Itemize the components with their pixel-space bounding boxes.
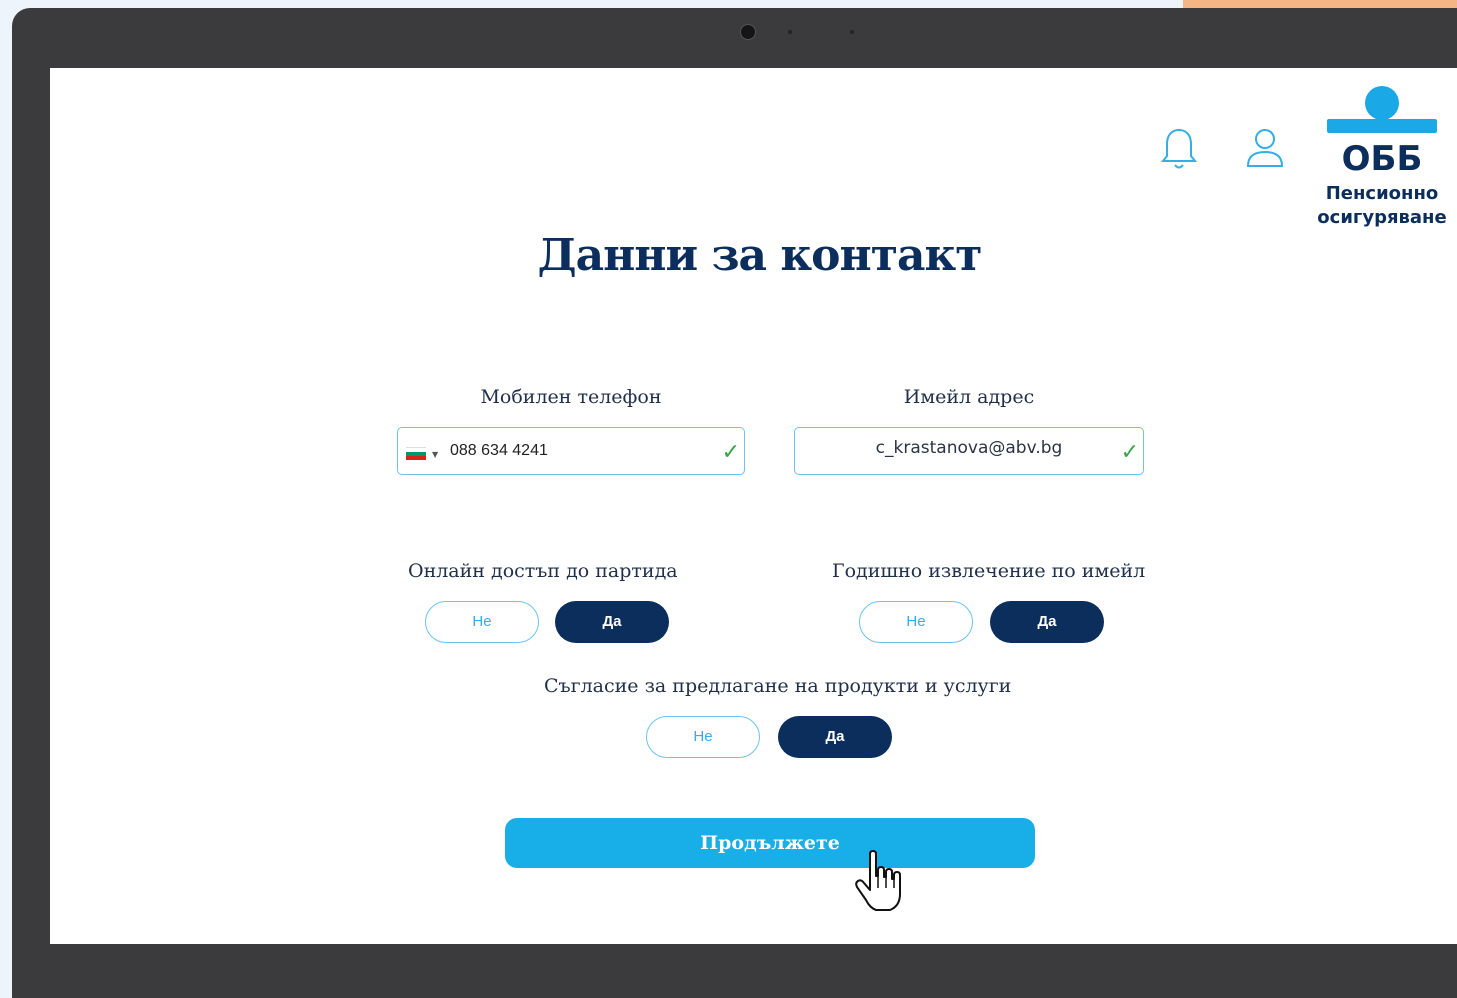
webcam-icon	[740, 24, 756, 40]
check-icon: ✓	[1120, 440, 1139, 465]
phone-label: Мобилен телефон	[480, 386, 662, 408]
marketing-consent-no-button[interactable]: Не	[646, 716, 760, 758]
bell-icon[interactable]	[1159, 126, 1199, 172]
logo-brand-text: ОББ	[1342, 139, 1423, 174]
email-field[interactable]: c_krastanova@abv.bg ✓	[794, 427, 1144, 475]
page-title: Данни за контакт	[537, 230, 982, 281]
bg-flag-icon[interactable]	[406, 447, 426, 460]
user-icon[interactable]	[1245, 126, 1285, 172]
email-label: Имейл адрес	[903, 386, 1035, 408]
online-access-yes-button[interactable]: Да	[555, 601, 669, 643]
background-accent	[1183, 0, 1457, 8]
annual-statement-yes-button[interactable]: Да	[990, 601, 1104, 643]
online-access-label: Онлайн достъп до партида	[408, 560, 678, 582]
header-icons	[1159, 126, 1285, 172]
continue-button[interactable]: Продължете	[505, 818, 1035, 868]
sensor-dot	[788, 30, 792, 34]
logo-line-2: осигуряване	[1317, 207, 1447, 228]
email-value[interactable]: c_krastanova@abv.bg	[795, 438, 1143, 458]
check-icon: ✓	[721, 440, 740, 465]
obb-logo-mark: ОББ	[1327, 86, 1437, 174]
obb-logo: ОББ Пенсионно осигуряване	[1317, 86, 1447, 230]
marketing-consent-label: Съгласие за предлагане на продукти и усл…	[544, 675, 1012, 697]
laptop-bezel	[12, 8, 1457, 60]
caret-down-icon[interactable]: ▼	[432, 450, 438, 459]
sensor-dot	[850, 30, 854, 34]
phone-value[interactable]: 088 634 4241	[450, 442, 548, 460]
marketing-consent-yes-button[interactable]: Да	[778, 716, 892, 758]
online-access-no-button[interactable]: Не	[425, 601, 539, 643]
app-screen: ОББ Пенсионно осигуряване Данни за конта…	[50, 68, 1457, 944]
hand-pointer-icon	[855, 850, 901, 911]
phone-field[interactable]: ▼ 088 634 4241 ✓	[397, 427, 745, 475]
logo-line-1: Пенсионно	[1325, 183, 1439, 204]
annual-statement-no-button[interactable]: Не	[859, 601, 973, 643]
laptop-frame: ОББ Пенсионно осигуряване Данни за конта…	[12, 8, 1457, 998]
annual-statement-label: Годишно извлечение по имейл	[832, 560, 1146, 582]
